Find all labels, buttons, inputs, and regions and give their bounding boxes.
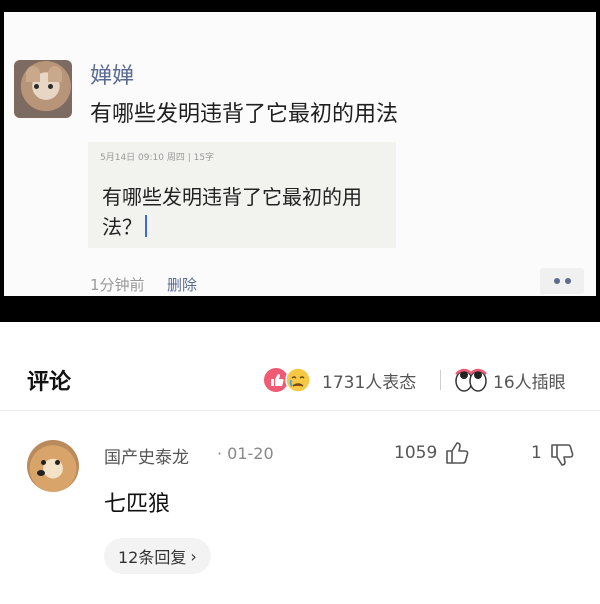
replies-label: 12条回复 <box>118 548 187 567</box>
thumbs-up-icon[interactable] <box>444 440 470 466</box>
commenter-name[interactable]: 国产史泰龙 <box>104 443 189 468</box>
post-text: 有哪些发明违背了它最初的用法 <box>90 102 399 127</box>
chevron-right-icon: › <box>190 546 197 566</box>
comments-title: 评论 <box>27 370 72 395</box>
header-separator <box>440 370 441 390</box>
like-count: 1059 <box>394 443 438 463</box>
commenter-avatar[interactable] <box>27 440 79 492</box>
poster-name[interactable]: 婵婵 <box>90 58 134 90</box>
reaction-count[interactable]: 1731人表态 <box>322 368 416 393</box>
replies-button[interactable]: 12条回复 › <box>104 538 211 574</box>
comment-date: · 01-20 <box>217 444 274 463</box>
thumbs-down-icon[interactable] <box>549 442 575 468</box>
eye-roll-icon <box>455 368 487 392</box>
comment-text: 七匹狼 <box>104 492 171 517</box>
dislike-count: 1 <box>531 443 542 463</box>
post-time: 1分钟前 <box>90 276 145 294</box>
divider <box>0 410 600 411</box>
eye-roll-count[interactable]: 16人插眼 <box>493 368 566 393</box>
poster-avatar[interactable] <box>14 60 72 118</box>
quoted-note-meta: 5月14日 09:10 周四 | 15字 <box>100 153 215 163</box>
delete-link[interactable]: 删除 <box>167 274 197 295</box>
more-button[interactable] <box>540 268 584 294</box>
dot-icon <box>564 278 571 284</box>
quoted-note-text: 有哪些发明违背了它最初的用法？ <box>102 185 362 239</box>
dot-icon <box>553 278 560 284</box>
text-cursor <box>145 215 147 237</box>
reaction-icons <box>264 367 311 393</box>
crying-face-icon <box>285 367 311 393</box>
